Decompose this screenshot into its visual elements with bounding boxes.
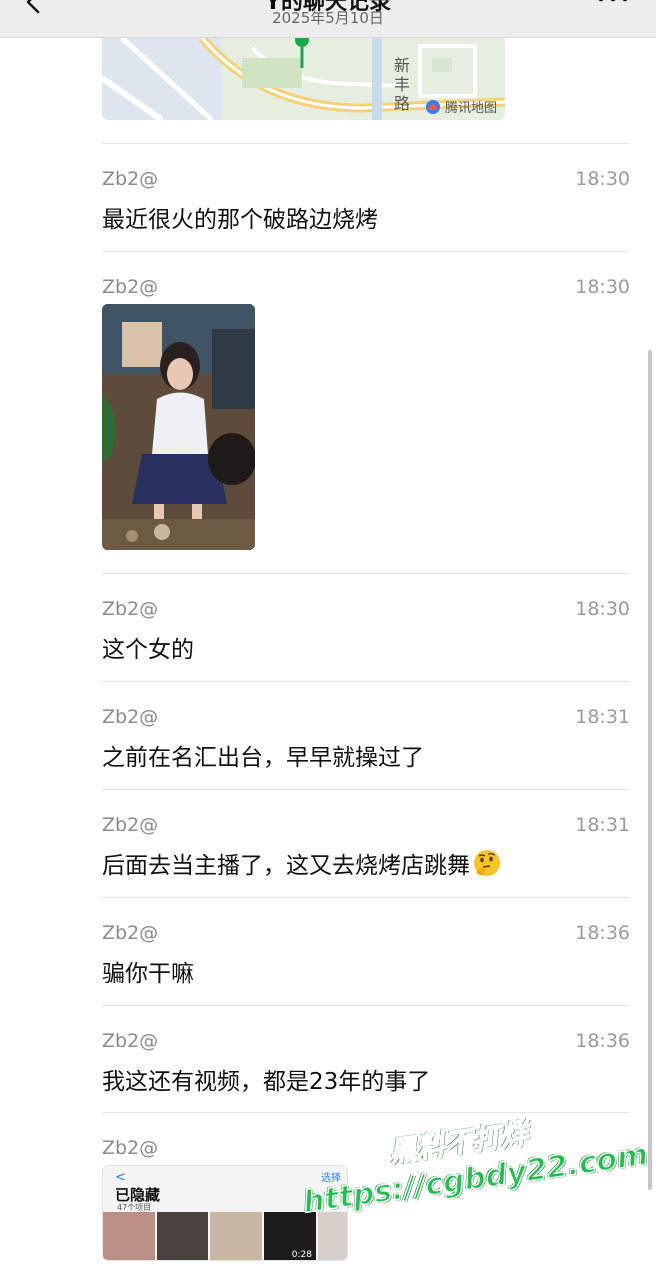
- chat-message[interactable]: Zb2@ 18:36 我这还有视频，都是23年的事了: [102, 1005, 630, 1113]
- chat-history-page: Y的聊天记录 2025年5月10日 新丰路 腾讯地图 Zb2@ 18:30 最近…: [0, 0, 656, 1280]
- message-time: 18:31: [575, 814, 630, 836]
- message-time: 18:36: [575, 1030, 630, 1052]
- message-time: 18:31: [575, 706, 630, 728]
- sender-name: Zb2@: [102, 814, 159, 836]
- message-time: 18:30: [575, 598, 630, 620]
- sender-name: Zb2@: [102, 168, 159, 190]
- chat-message[interactable]: Zb2@ 18:31 后面去当主播了，这又去烧烤店跳舞: [102, 789, 630, 897]
- chat-message[interactable]: Zb2@ 18:30 最近很火的那个破路边烧烤: [102, 143, 630, 251]
- scrollbar[interactable]: [648, 350, 652, 1190]
- chat-message[interactable]: Zb2@ 18:30 这个女的: [102, 573, 630, 681]
- message-text: 我这还有视频，都是23年的事了: [102, 1069, 431, 1095]
- video-duration: 0:28: [291, 1250, 312, 1260]
- album-thumbnail: [210, 1212, 263, 1260]
- map-road-label: 新丰路: [394, 56, 411, 113]
- sender-name: Zb2@: [102, 1030, 159, 1052]
- map-brand-label: 腾讯地图: [444, 101, 497, 116]
- sender-name: Zb2@: [102, 922, 159, 944]
- message-time: 18:30: [575, 168, 630, 190]
- sender-name: Zb2@: [102, 706, 159, 728]
- message-text: 后面去当主播了，这又去烧烤店跳舞: [102, 853, 470, 879]
- album-thumbnail: [156, 1212, 209, 1260]
- location-map-card[interactable]: 新丰路 腾讯地图: [102, 38, 505, 120]
- message-text: 最近很火的那个破路边烧烤: [102, 207, 378, 233]
- message-text: 之前在名汇出台，早早就操过了: [102, 745, 424, 771]
- chat-date: 2025年5月10日: [272, 9, 384, 27]
- album-back-icon: <: [115, 1170, 126, 1185]
- message-time: 18:30: [575, 276, 630, 298]
- message-text: 这个女的: [102, 637, 194, 663]
- message-time: 18:36: [575, 922, 630, 944]
- sender-name: Zb2@: [102, 1137, 159, 1159]
- message-photo[interactable]: [102, 304, 255, 550]
- sender-name: Zb2@: [102, 598, 159, 620]
- tencent-map-logo-icon: [425, 99, 440, 114]
- chat-message[interactable]: Zb2@ 18:30: [102, 251, 630, 573]
- chat-message[interactable]: Zb2@ 18:31 之前在名汇出台，早早就操过了: [102, 681, 630, 789]
- thinking-face-emoji-icon: [474, 850, 500, 876]
- photo-image: [102, 304, 255, 550]
- navigation-header: Y的聊天记录 2025年5月10日: [0, 0, 656, 38]
- chat-message[interactable]: Zb2@ 18:36 骗你干嘛: [102, 897, 630, 1005]
- message-text: 骗你干嘛: [102, 961, 194, 987]
- message-text-row: 后面去当主播了，这又去烧烤店跳舞: [102, 846, 502, 880]
- map-brand: 腾讯地图: [425, 97, 497, 116]
- more-dots-icon[interactable]: [596, 0, 630, 6]
- sender-name: Zb2@: [102, 276, 159, 298]
- album-thumbnail: [103, 1212, 155, 1260]
